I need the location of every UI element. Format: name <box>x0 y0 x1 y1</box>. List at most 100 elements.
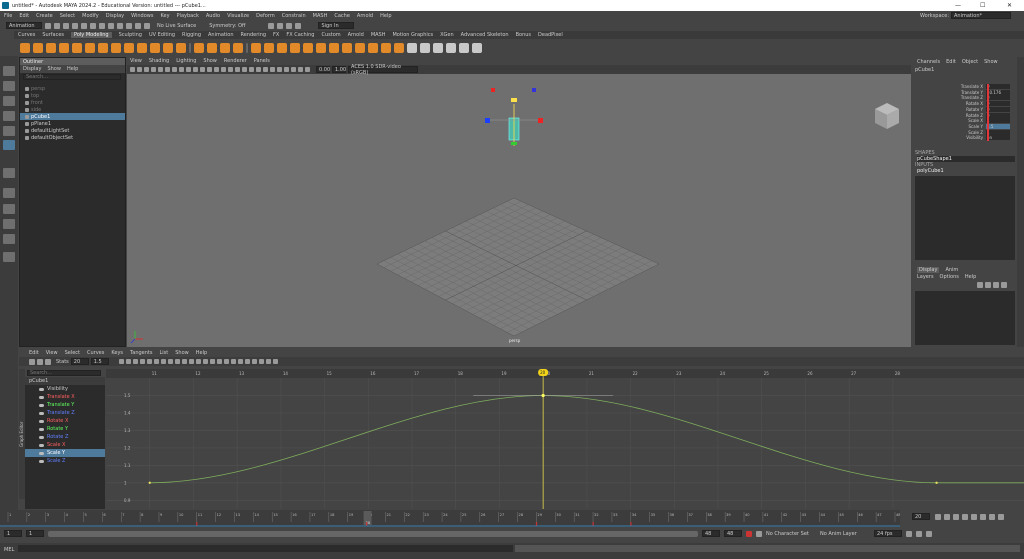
menu-audio[interactable]: Audio <box>206 13 220 19</box>
input-node[interactable]: polyCube1 <box>917 168 944 174</box>
menu-windows[interactable]: Windows <box>131 13 153 19</box>
anim-layer-label[interactable]: No Anim Layer <box>820 531 870 537</box>
buffer-curve-icon[interactable] <box>195 359 201 364</box>
workspace-dropdown[interactable]: Animation* <box>951 12 1012 19</box>
unify-tangents-icon[interactable] <box>209 359 215 364</box>
poly-plane-icon[interactable] <box>85 42 95 53</box>
menu-playback[interactable]: Playback <box>177 13 199 19</box>
undo-icon[interactable] <box>72 22 78 29</box>
graph-menu-edit[interactable]: Edit <box>29 350 39 356</box>
shelf-tab-rigging[interactable]: Rigging <box>182 32 201 38</box>
frame-selection-icon[interactable] <box>125 359 131 364</box>
workspace-selector[interactable]: Workspace: Animation* <box>920 12 1012 19</box>
flat-tangent-icon[interactable] <box>174 359 180 364</box>
single-perspective-icon[interactable] <box>3 168 15 178</box>
safe-title-icon[interactable] <box>214 67 219 72</box>
shelf-tab-uv-editing[interactable]: UV Editing <box>149 32 175 38</box>
layer-tab-anim[interactable]: Anim <box>945 267 958 273</box>
render-icon[interactable] <box>268 22 275 29</box>
layer-menu-help[interactable]: Help <box>965 274 976 280</box>
shelf-tab-bonus[interactable]: Bonus <box>516 32 531 38</box>
menu-constrain[interactable]: Constrain <box>282 13 306 19</box>
delete-history-icon[interactable] <box>433 42 443 53</box>
shelf-tab-curves[interactable]: Curves <box>18 32 35 38</box>
outliner-item[interactable]: top <box>20 92 125 99</box>
step-forward-frame-icon[interactable] <box>980 514 986 520</box>
center-pivot-icon[interactable] <box>407 42 417 53</box>
select-hierarchy-icon[interactable] <box>90 22 96 29</box>
scale-tool-icon[interactable] <box>3 140 15 150</box>
menu-display[interactable]: Display <box>106 13 124 19</box>
four-view-icon[interactable] <box>3 188 15 198</box>
play-forward-icon[interactable] <box>971 514 977 520</box>
graph-object-row[interactable]: pCube1 <box>25 377 105 385</box>
2d-pan-icon[interactable] <box>158 67 163 72</box>
minimize-button[interactable]: — <box>955 2 961 9</box>
outliner-item[interactable]: defaultObjectSet <box>20 134 125 141</box>
char-set-icon[interactable] <box>756 530 762 537</box>
shelf-tab-motion-graphics[interactable]: Motion Graphics <box>392 32 433 38</box>
auto-map-icon[interactable] <box>472 42 482 53</box>
shadows-icon[interactable] <box>256 67 261 72</box>
super-shape-icon[interactable] <box>150 42 160 53</box>
loop-icon[interactable] <box>906 530 912 537</box>
outliner-item[interactable]: pCube1 <box>20 113 125 120</box>
field-chart-icon[interactable] <box>200 67 205 72</box>
goto-end-icon[interactable] <box>998 514 1004 520</box>
grease-pencil-icon[interactable] <box>165 67 170 72</box>
extrude-icon[interactable] <box>277 42 287 53</box>
boolean-icon[interactable] <box>233 42 243 53</box>
shelf-tab-fx-caching[interactable]: FX Caching <box>286 32 314 38</box>
image-plane-icon[interactable] <box>151 67 156 72</box>
move-tool-icon[interactable] <box>3 111 15 121</box>
linear-tangent-icon[interactable] <box>167 359 173 364</box>
viewport-menu-shading[interactable]: Shading <box>149 58 169 64</box>
camera-select-icon[interactable] <box>130 67 135 72</box>
ipr-render-icon[interactable] <box>277 22 284 29</box>
poly-cube-icon[interactable] <box>33 42 43 53</box>
combine-icon[interactable] <box>194 42 204 53</box>
xray-component-icon[interactable] <box>305 67 310 72</box>
camera-attr-icon[interactable] <box>137 67 142 72</box>
fill-hole-icon[interactable] <box>303 42 313 53</box>
outliner-menu-help[interactable]: Help <box>67 66 78 72</box>
gamma-field[interactable]: 1.00 <box>332 66 346 73</box>
viewport-menu-show[interactable]: Show <box>203 58 217 64</box>
dope-sheet-icon[interactable] <box>258 359 264 364</box>
current-frame-field[interactable]: 20 <box>912 513 930 520</box>
curve-row-translate-y[interactable]: Translate Y <box>25 401 105 409</box>
channel-value[interactable]: 1.5 <box>986 123 1010 129</box>
curve-row-visibility[interactable]: Visibility <box>25 385 105 393</box>
channel-value[interactable]: 0 <box>986 101 1010 107</box>
new-layer-selected-icon[interactable] <box>1001 282 1007 288</box>
prefs-icon[interactable] <box>926 530 932 537</box>
menu-file[interactable]: File <box>4 13 12 19</box>
curve-row-translate-x[interactable]: Translate X <box>25 393 105 401</box>
viewport-menu-lighting[interactable]: Lighting <box>176 58 196 64</box>
layer-up-icon[interactable] <box>977 282 983 288</box>
keyframe[interactable] <box>541 393 545 398</box>
normalize-icon[interactable] <box>230 359 236 364</box>
free-tangent-weight-icon[interactable] <box>216 359 222 364</box>
visibility-eye-icon[interactable] <box>39 451 44 455</box>
shelf-tab-mash[interactable]: MASH <box>371 32 386 38</box>
curve-row-translate-z[interactable]: Translate Z <box>25 409 105 417</box>
snap-curve-icon[interactable] <box>126 22 132 29</box>
insert-edge-loop-icon[interactable] <box>329 42 339 53</box>
viewport-menu-panels[interactable]: Panels <box>254 58 270 64</box>
visibility-eye-icon[interactable] <box>39 443 44 447</box>
shelf-tab-poly-modeling[interactable]: Poly Modeling <box>71 32 112 38</box>
channel-value[interactable]: 10.176 <box>986 89 1010 95</box>
auto-key-icon[interactable] <box>746 530 752 537</box>
channel-menu-object[interactable]: Object <box>962 59 978 65</box>
curve-row-rotate-y[interactable]: Rotate Y <box>25 425 105 433</box>
visibility-eye-icon[interactable] <box>39 435 44 439</box>
paint-select-icon[interactable] <box>3 96 15 106</box>
svg-icon[interactable] <box>176 42 186 53</box>
center-current-icon[interactable] <box>139 359 145 364</box>
search-icon[interactable] <box>3 252 15 262</box>
auto-tangent-icon[interactable] <box>146 359 152 364</box>
grid-icon[interactable] <box>172 67 177 72</box>
goto-start-icon[interactable] <box>935 514 941 520</box>
viewport-menu-view[interactable]: View <box>130 58 142 64</box>
